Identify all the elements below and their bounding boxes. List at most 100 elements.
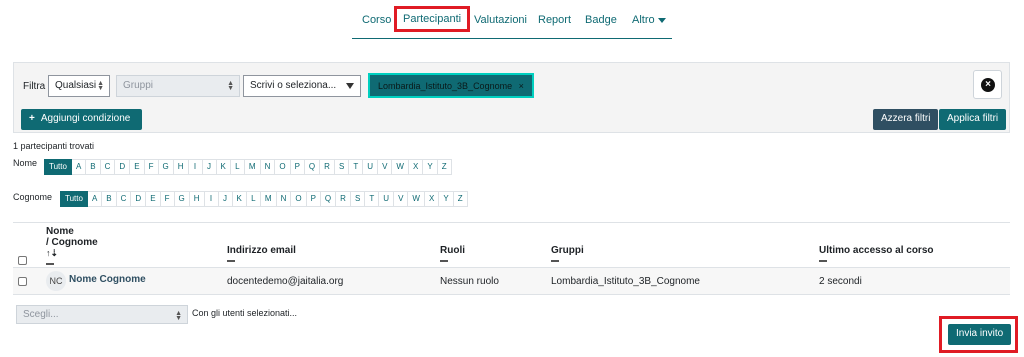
last-name-initial-i[interactable]: I [204,191,219,207]
updown-icon: ▲ ▼ [97,80,104,92]
with-selected-label: Con gli utenti selezionati... [192,308,298,318]
first-name-initials-bar: Tutto A B C D E F G H I J K L M N O P Q R S T U V W X Y Z [44,159,452,175]
selected-group-chip[interactable]: Lombardia_Istituto_3B_Cognome × [368,73,534,98]
chip-remove-icon[interactable]: × [519,81,524,91]
collapse-column-icon[interactable] [819,260,827,262]
participant-roles[interactable]: Nessun ruolo [440,276,499,287]
column-name-label-2: / Cognome [46,237,98,248]
last-name-initial-w[interactable]: W [408,191,425,207]
first-name-initial-n[interactable]: N [260,159,276,175]
updown-icon: ▲ ▼ [175,310,182,322]
add-condition-button[interactable]: + Aggiungi condizione [21,109,142,130]
first-name-initial-all[interactable]: Tutto [44,159,72,175]
last-name-initial-t[interactable]: T [365,191,380,207]
first-name-initial-q[interactable]: Q [304,159,321,175]
sort-asc-icon[interactable]: ↑⇣ [46,248,98,259]
last-name-initial-all[interactable]: Tutto [60,191,88,207]
chip-label: Lombardia_Istituto_3B_Cognome [378,81,513,91]
course-nav: Corso Partecipanti Valutazioni Report Ba… [352,6,672,39]
column-email[interactable]: Indirizzo email [227,245,296,262]
remove-condition-button[interactable]: × [973,70,1002,99]
last-name-initial-f[interactable]: F [160,191,175,207]
last-name-initial-n[interactable]: N [276,191,292,207]
last-name-initial-b[interactable]: B [102,191,117,207]
first-name-initial-h[interactable]: H [173,159,189,175]
last-name-initial-y[interactable]: Y [439,191,454,207]
apply-filters-button[interactable]: Applica filtri [939,109,1007,130]
filter-type-select[interactable]: Gruppi ▲ ▼ [116,75,240,97]
first-name-initial-x[interactable]: X [408,159,424,175]
last-name-initial-d[interactable]: D [131,191,147,207]
last-name-initial-a[interactable]: A [87,191,103,207]
last-name-initial-p[interactable]: P [306,191,321,207]
last-name-initial-j[interactable]: J [218,191,233,207]
first-name-initial-y[interactable]: Y [423,159,438,175]
first-name-initial-o[interactable]: O [275,159,291,175]
collapse-column-icon[interactable] [46,263,54,265]
select-all-checkbox[interactable] [18,256,27,265]
last-name-initial-k[interactable]: K [232,191,247,207]
first-name-initial-i[interactable]: I [188,159,203,175]
first-name-initial-m[interactable]: M [244,159,261,175]
first-name-initial-j[interactable]: J [202,159,217,175]
last-name-initial-h[interactable]: H [189,191,205,207]
tab-valutazioni[interactable]: Valutazioni [474,14,527,26]
first-name-initial-w[interactable]: W [392,159,409,175]
tab-corso[interactable]: Corso [362,14,391,26]
first-name-initial-r[interactable]: R [320,159,335,175]
participant-email: docentedemo@jaitalia.org [227,276,344,287]
column-name[interactable]: Nome / Cognome ↑⇣ [46,226,98,265]
send-invite-button[interactable]: Invia invito [948,324,1012,345]
last-name-initial-r[interactable]: R [336,191,351,207]
first-name-initial-k[interactable]: K [216,159,231,175]
invite-highlight: Invia invito [939,316,1018,353]
last-name-initial-q[interactable]: Q [320,191,337,207]
collapse-column-icon[interactable] [551,260,559,262]
first-name-initial-e[interactable]: E [130,159,145,175]
filter-value-combobox[interactable]: Scrivi o seleziona... [243,75,361,97]
first-name-initial-s[interactable]: S [334,159,350,175]
first-name-initial-g[interactable]: G [158,159,174,175]
first-name-initial-z[interactable]: Z [437,159,452,175]
last-name-initial-l[interactable]: L [246,191,261,207]
last-name-initial-v[interactable]: V [394,191,409,207]
collapse-column-icon[interactable] [440,260,448,262]
first-name-initial-d[interactable]: D [115,159,131,175]
last-name-initial-c[interactable]: C [116,191,132,207]
first-name-initial-b[interactable]: B [86,159,101,175]
first-name-initial-t[interactable]: T [349,159,364,175]
first-name-initial-u[interactable]: U [363,159,379,175]
tab-report[interactable]: Report [538,14,571,26]
row-checkbox[interactable] [18,277,27,286]
tab-partecipanti[interactable]: Partecipanti [394,6,471,32]
first-name-initial-p[interactable]: P [290,159,305,175]
tab-badge[interactable]: Badge [585,14,617,26]
collapse-column-icon[interactable] [227,260,235,262]
last-name-initial-o[interactable]: O [291,191,307,207]
reset-filters-button[interactable]: Azzera filtri [873,109,939,130]
last-name-initial-m[interactable]: M [260,191,277,207]
filter-type-value: Gruppi [123,80,154,91]
first-name-initial-l[interactable]: L [230,159,245,175]
tab-altro[interactable]: Altro [632,14,666,26]
last-name-initials-bar: Tutto A B C D E F G H I J K L M N O P Q R S T U V W X Y Z [60,191,468,207]
last-name-initial-z[interactable]: Z [453,191,468,207]
last-name-initial-u[interactable]: U [379,191,395,207]
first-name-initial-v[interactable]: V [378,159,393,175]
match-select[interactable]: Qualsiasi ▲ ▼ [48,75,110,97]
last-name-initial-s[interactable]: S [350,191,366,207]
last-name-initial-g[interactable]: G [174,191,190,207]
first-name-initial-c[interactable]: C [100,159,116,175]
last-name-initial-x[interactable]: X [424,191,440,207]
column-last-access[interactable]: Ultimo accesso al corso [819,245,934,262]
first-name-initial-a[interactable]: A [71,159,87,175]
filter-panel: Filtra Qualsiasi ▲ ▼ Gruppi ▲ ▼ Scrivi o s… [13,62,1010,133]
bulk-action-select[interactable]: Scegli... ▲ ▼ [16,305,188,324]
last-name-initial-e[interactable]: E [146,191,161,207]
column-roles-label: Ruoli [440,245,465,256]
participant-name-link[interactable]: Nome Cognome [69,274,146,285]
first-name-initial-f[interactable]: F [144,159,159,175]
table-row: NC Nome Cognome docentedemo@jaitalia.org… [13,268,1010,295]
column-roles[interactable]: Ruoli [440,245,465,262]
column-groups[interactable]: Gruppi [551,245,584,262]
